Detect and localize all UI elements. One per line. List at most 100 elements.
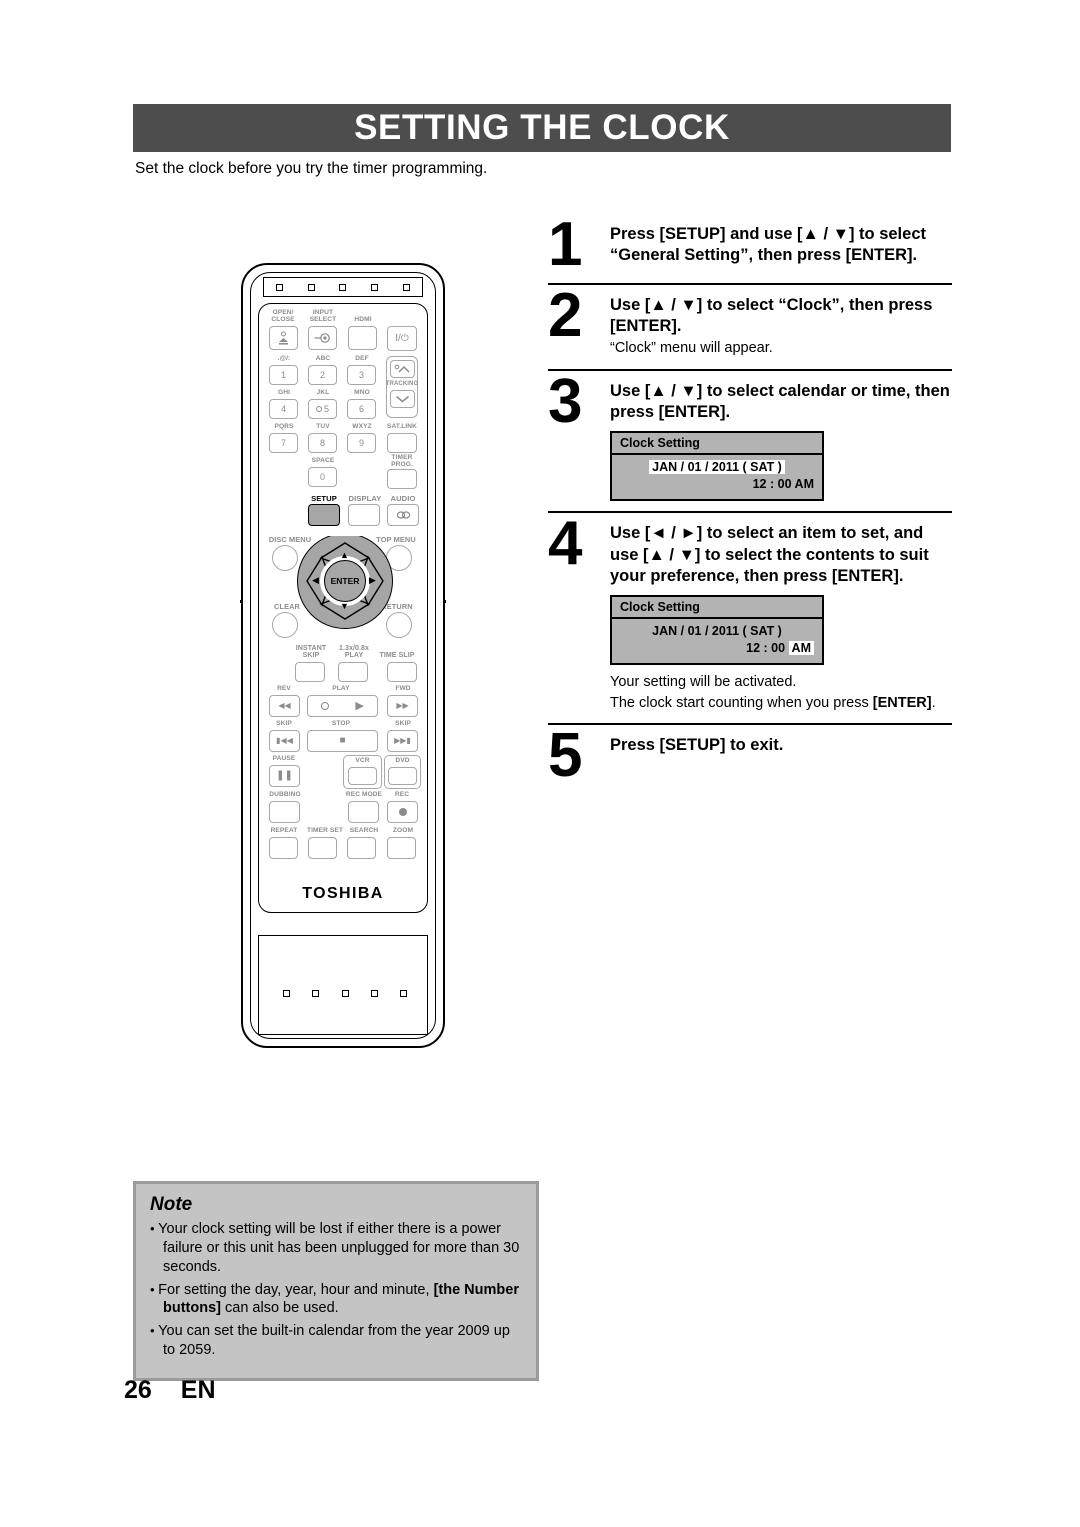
label-rec-mode: REC MODE (345, 791, 383, 798)
eject-icon (279, 331, 288, 345)
number-key-4[interactable]: 4 (269, 399, 298, 419)
key-6-digit: 6 (358, 403, 364, 414)
label-play: PLAY (332, 685, 350, 692)
step-instruction: Press [SETUP] and use [▲ / ▼] to select … (610, 225, 926, 265)
audio-icon (396, 511, 410, 519)
stop-icon: ■ (339, 735, 346, 746)
note-item: • You can set the built-in calendar from… (150, 1322, 522, 1360)
step-number: 4 (548, 509, 582, 579)
audio-button[interactable] (387, 504, 419, 526)
timer-prog-button[interactable] (387, 469, 417, 489)
setup-button[interactable] (308, 504, 340, 526)
fwd-button[interactable]: ▶▶ (387, 695, 418, 717)
instant-skip-button[interactable] (295, 662, 325, 682)
note-item-text: Your clock setting will be lost if eithe… (158, 1221, 520, 1275)
label-dubbing: DUBBING (269, 791, 301, 798)
speed-play-button[interactable] (338, 662, 368, 682)
clock-meridiem-value[interactable]: AM (788, 641, 814, 656)
step-instruction: Use [◄ / ►] to select an item to set, an… (610, 524, 929, 586)
rev-button[interactable]: ◀◀ (269, 695, 300, 717)
power-button[interactable]: I/⏻ (387, 326, 417, 351)
satlink-button[interactable] (387, 433, 417, 453)
dpad-left-icon[interactable]: ◀ (312, 576, 319, 585)
label-key0-space: SPACE (311, 457, 335, 464)
rewind-icon: ◀◀ (278, 701, 291, 710)
search-button[interactable] (347, 837, 376, 859)
step-number: 2 (548, 280, 582, 350)
input-select-button[interactable] (308, 326, 337, 350)
number-key-3[interactable]: 3 (347, 365, 376, 385)
enter-button[interactable]: ENTER (324, 560, 366, 602)
clear-button[interactable] (272, 612, 298, 638)
ir-window-square-icon (307, 283, 315, 291)
tracking-down-button[interactable] (390, 390, 415, 408)
label-key2-letters: ABC (315, 355, 331, 362)
clock-time-value[interactable]: 12 : 00 (753, 477, 792, 491)
bottom-square-icon (283, 989, 290, 997)
number-key-7[interactable]: 7 (269, 433, 298, 453)
note-box: Note • Your clock setting will be lost i… (133, 1181, 539, 1381)
clock-date-value[interactable]: JAN / 01 / 2011 ( SAT ) (652, 624, 782, 638)
chevron-down-icon (396, 395, 409, 403)
tracking-up-button[interactable] (390, 360, 415, 378)
label-time-slip: TIME SLIP (379, 652, 415, 659)
label-key1-letters: .@/: (277, 355, 291, 362)
chevron-up-icon (394, 364, 410, 373)
remote-bottom-ir-strip (283, 986, 407, 1000)
step-instruction: Use [▲ / ▼] to select “Clock”, then pres… (610, 295, 933, 335)
rec-button[interactable] (387, 801, 418, 823)
label-input-select: INPUT SELECT (309, 309, 337, 323)
power-icon: I/⏻ (395, 332, 409, 344)
key-4-digit: 4 (280, 403, 286, 414)
timer-set-button[interactable] (308, 837, 337, 859)
vcr-button[interactable] (348, 767, 377, 785)
number-key-9[interactable]: 9 (347, 433, 376, 453)
label-setup: SETUP (311, 494, 337, 503)
skip-back-button[interactable]: ▮◀◀ (269, 730, 300, 752)
note-heading: Note (150, 1194, 193, 1215)
tactile-dot-icon (315, 406, 322, 412)
page-title-bar: SETTING THE CLOCK (133, 104, 951, 152)
dpad-right-icon[interactable]: ▶ (369, 576, 376, 585)
open-close-button[interactable] (269, 326, 298, 350)
stop-button[interactable]: ■ (307, 730, 378, 752)
dvd-button[interactable] (388, 767, 417, 785)
clock-meridiem-value[interactable]: AM (795, 477, 814, 491)
number-key-6[interactable]: 6 (347, 399, 376, 419)
number-key-8[interactable]: 8 (308, 433, 337, 453)
clock-time-value[interactable]: 12 : 00 (746, 641, 785, 655)
remote-control-illustration: OPEN/ CLOSE INPUT SELECT HDMI I/⏻ .@/: 1 (240, 263, 446, 1048)
enter-button-label: ENTER (330, 576, 360, 586)
display-button[interactable] (348, 504, 380, 526)
clock-date-row: JAN / 01 / 2011 ( SAT ) (620, 459, 814, 476)
number-key-5[interactable]: 5 (308, 399, 337, 419)
zoom-button[interactable] (387, 837, 416, 859)
number-key-2[interactable]: 2 (308, 365, 337, 385)
clock-date-value[interactable]: JAN / 01 / 2011 ( SAT ) (649, 460, 785, 475)
clock-time-row: 12 : 00 AM (620, 640, 814, 657)
dubbing-button[interactable] (269, 801, 300, 823)
bottom-square-icon (312, 989, 320, 997)
direction-pad: ENTER ▲ ◀ ▶ ▼ (297, 531, 393, 629)
play-button[interactable]: ▶ (307, 695, 378, 717)
remote-side-notch-right (443, 600, 446, 603)
key-2-digit: 2 (319, 369, 325, 380)
step-note-2-bold: [ENTER] (872, 695, 932, 712)
label-skip-back: SKIP (276, 720, 292, 727)
dpad-down-icon[interactable]: ▼ (340, 602, 349, 611)
dpad-up-icon[interactable]: ▲ (340, 551, 349, 560)
label-display: DISPLAY (348, 494, 382, 503)
rec-mode-button[interactable] (348, 801, 379, 823)
disc-menu-button[interactable] (272, 545, 298, 571)
time-slip-button[interactable] (387, 662, 417, 682)
clock-date-row: JAN / 01 / 2011 ( SAT ) (620, 623, 814, 640)
label-timer-prog: TIMER PROG. (391, 454, 413, 468)
skip-forward-button[interactable]: ▶▶▮ (387, 730, 418, 752)
number-key-0[interactable]: 0 (308, 467, 337, 487)
remote-top-ir-strip (263, 277, 423, 297)
pause-button[interactable]: ❚❚ (269, 765, 300, 787)
remote-side-notch-left (240, 600, 243, 603)
number-key-1[interactable]: 1 (269, 365, 298, 385)
hdmi-button[interactable] (348, 326, 377, 350)
repeat-button[interactable] (269, 837, 298, 859)
